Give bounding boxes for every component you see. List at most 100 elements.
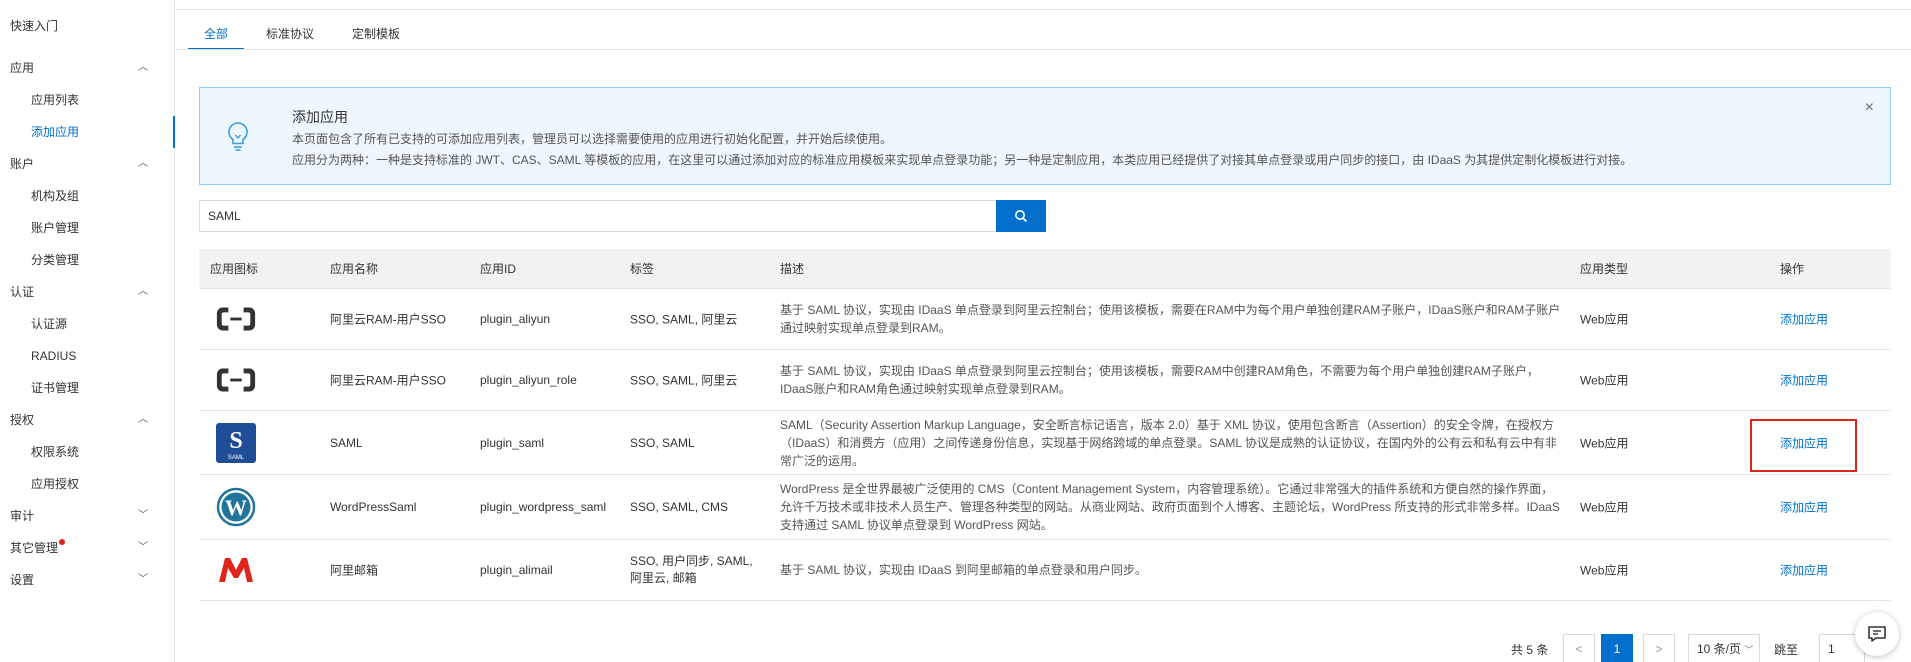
info-notice: 添加应用 本页面包含了所有已支持的可添加应用列表，管理员可以选择需要使用的应用进… <box>199 87 1891 185</box>
search-icon <box>1015 210 1028 223</box>
next-page-button[interactable]: > <box>1643 634 1675 662</box>
tab-all[interactable]: 全部 <box>188 18 245 50</box>
table-row: W WordPressSaml plugin_wordpress_saml SS… <box>199 475 1891 540</box>
tab-standard-protocol[interactable]: 标准协议 <box>250 18 330 50</box>
chat-button[interactable] <box>1855 612 1899 656</box>
add-app-link[interactable]: 添加应用 <box>1780 311 1828 328</box>
sidebar-item-app-authorization[interactable]: 应用授权 <box>0 468 174 500</box>
close-icon[interactable]: × <box>1865 99 1874 117</box>
page-size-select[interactable]: 10 条/页 ﹀ <box>1688 634 1760 662</box>
app-type: Web应用 <box>1580 373 1629 388</box>
sidebar-group-label: 应用 <box>10 61 35 75</box>
add-app-link[interactable]: 添加应用 <box>1780 372 1828 389</box>
chevron-down-icon: ﹀ <box>138 542 148 553</box>
notification-dot <box>59 539 66 545</box>
app-id: plugin_wordpress_saml <box>480 500 607 514</box>
add-app-link[interactable]: 添加应用 <box>1780 499 1828 516</box>
search-button[interactable] <box>996 200 1046 232</box>
sidebar-group-authorization[interactable]: 授权 ︿ <box>0 404 174 436</box>
chevron-down-icon: ﹀ <box>138 510 148 521</box>
sidebar-group-accounts[interactable]: 账户 ︿ <box>0 148 174 180</box>
chevron-up-icon: ︿ <box>138 158 148 169</box>
app-type: Web应用 <box>1580 563 1629 578</box>
pagination-total: 共 5 条 <box>1511 642 1549 657</box>
aliyun-logo-icon <box>215 359 257 401</box>
app-desc: 基于 SAML 协议，实现由 IDaaS 单点登录到阿里云控制台；使用该模板，需… <box>780 364 1539 396</box>
sidebar-group-auth[interactable]: 认证 ︿ <box>0 276 174 308</box>
app-id: plugin_alimail <box>480 563 553 577</box>
sidebar-group-label: 认证 <box>10 285 35 299</box>
col-name: 应用名称 <box>330 262 379 276</box>
app-name: WordPressSaml <box>330 500 417 514</box>
chevron-down-icon: ﹀ <box>138 574 148 585</box>
col-desc: 描述 <box>780 262 805 276</box>
table-row: 阿里邮箱 plugin_alimail SSO, 用户同步, SAML, 阿里云… <box>199 540 1891 601</box>
app-tags: SSO, SAML, 阿里云 <box>630 373 738 388</box>
sidebar-group-audit[interactable]: 审计 ﹀ <box>0 500 174 532</box>
tab-bar: 全部 标准协议 定制模板 <box>188 18 422 50</box>
chevron-down-icon: ﹀ <box>1744 645 1754 655</box>
app-desc: SAML（Security Assertion Markup Language，… <box>780 417 1557 468</box>
jump-label: 跳至 <box>1774 642 1799 657</box>
svg-text:SAML: SAML <box>228 455 245 461</box>
svg-text:W: W <box>225 495 247 520</box>
sidebar-group-label: 其它管理 <box>10 541 59 555</box>
notice-title: 添加应用 <box>292 109 348 125</box>
sidebar-item-quickstart[interactable]: 快速入门 <box>0 0 174 52</box>
highlight-box <box>1750 419 1857 472</box>
search-input[interactable] <box>200 201 1020 231</box>
prev-page-button[interactable]: < <box>1563 634 1595 662</box>
sidebar-item-account-mgmt[interactable]: 账户管理 <box>0 212 174 244</box>
table-row: S SAML SAML plugin_saml SSO, SAML SAML（Se… <box>199 411 1891 475</box>
svg-text:S: S <box>229 428 242 454</box>
chevron-up-icon: ︿ <box>138 62 148 73</box>
sidebar-group-label: 设置 <box>10 573 35 587</box>
tab-divider <box>176 49 1911 50</box>
chat-icon <box>1868 626 1886 642</box>
tab-custom-template[interactable]: 定制模板 <box>336 18 416 50</box>
app-id: plugin_saml <box>480 435 545 450</box>
app-id: plugin_aliyun_role <box>480 373 577 387</box>
sidebar-item-app-list[interactable]: 应用列表 <box>0 84 174 116</box>
app-type: Web应用 <box>1580 312 1629 327</box>
sidebar-item-category-mgmt[interactable]: 分类管理 <box>0 244 174 276</box>
app-tags: SSO, SAML, 阿里云 <box>630 312 738 327</box>
sidebar-item-org-groups[interactable]: 机构及组 <box>0 180 174 212</box>
app-tags: SSO, SAML, CMS <box>630 500 729 514</box>
add-app-link[interactable]: 添加应用 <box>1780 562 1828 579</box>
col-tags: 标签 <box>630 262 655 276</box>
table-header: 应用图标 应用名称 应用ID 标签 描述 应用类型 操作 <box>199 249 1891 289</box>
sidebar-group-label: 账户 <box>10 157 35 171</box>
sidebar-group-label: 授权 <box>10 413 35 427</box>
chevron-up-icon: ︿ <box>138 414 148 425</box>
saml-logo-icon: S SAML <box>215 422 257 464</box>
sidebar-item-permission-system[interactable]: 权限系统 <box>0 436 174 468</box>
app-desc: WordPress 是全世界最被广泛使用的 CMS（Content Manage… <box>780 482 1560 532</box>
sidebar-item-cert-mgmt[interactable]: 证书管理 <box>0 372 174 404</box>
app-name: 阿里云RAM-用户SSO <box>330 373 447 388</box>
table-row: 阿里云RAM-用户SSO plugin_aliyun SSO, SAML, 阿里… <box>199 289 1891 350</box>
app-name: 阿里云RAM-用户SSO <box>330 312 447 327</box>
sidebar-group-label: 审计 <box>10 509 35 523</box>
notice-text: 本页面包含了所有已支持的可添加应用列表，管理员可以选择需要使用的应用进行初始化配… <box>292 132 893 146</box>
sidebar-item-auth-source[interactable]: 认证源 <box>0 308 174 340</box>
app-id: plugin_aliyun <box>480 312 551 326</box>
app-tags: SSO, SAML <box>630 435 695 450</box>
notice-text: 应用分为两种：一种是支持标准的 JWT、CAS、SAML 等模板的应用，在这里可… <box>292 153 1633 167</box>
wordpress-logo-icon: W <box>215 486 257 528</box>
app-tags: SSO, 用户同步, SAML, 阿里云, 邮箱 <box>630 554 753 585</box>
search-field <box>199 200 1021 232</box>
sidebar-item-add-app[interactable]: 添加应用 <box>0 116 175 148</box>
app-desc: 基于 SAML 协议，实现由 IDaaS 单点登录到阿里云控制台；使用该模板，需… <box>780 303 1561 335</box>
sidebar-item-radius[interactable]: RADIUS <box>0 340 174 372</box>
sidebar-group-other[interactable]: 其它管理 ﹀ <box>0 532 174 564</box>
sidebar-group-apps[interactable]: 应用 ︿ <box>0 52 174 84</box>
alimail-logo-icon <box>215 549 257 591</box>
app-type: Web应用 <box>1580 436 1629 450</box>
sidebar-group-settings[interactable]: 设置 ﹀ <box>0 564 174 596</box>
main-content: 全部 标准协议 定制模板 添加应用 本页面包含了所有已支持的可添加应用列表，管理… <box>176 0 1911 662</box>
app-name: 阿里邮箱 <box>330 563 379 578</box>
page-1-button[interactable]: 1 <box>1601 634 1633 662</box>
sidebar: 快速入门 应用 ︿ 应用列表 添加应用 账户 ︿ 机构及组 账户管理 分类管理 认证… <box>0 0 175 662</box>
app-desc: 基于 SAML 协议，实现由 IDaaS 到阿里邮箱的单点登录和用户同步。 <box>780 563 1147 577</box>
